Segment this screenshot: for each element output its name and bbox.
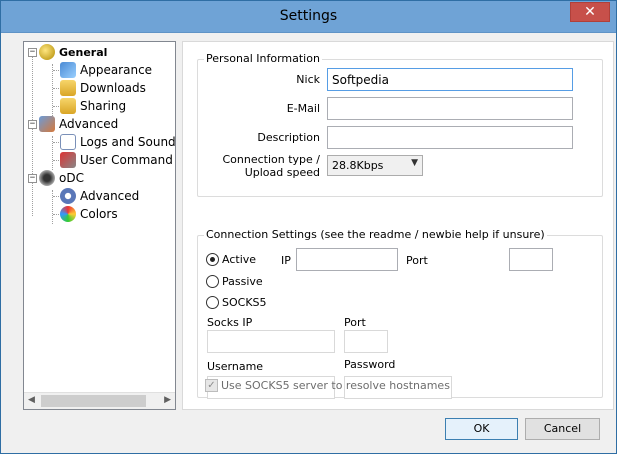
tree-item-sharing[interactable]: Sharing [60, 97, 126, 115]
socks-ip-label: Socks IP [207, 316, 253, 329]
window-title: Settings [279, 8, 338, 24]
scroll-right-arrow-icon[interactable]: ▶ [164, 395, 171, 405]
socks-ip-input[interactable] [207, 330, 335, 353]
settings-window: Settings ✕ − General Appearance Download… [0, 0, 617, 454]
gear-icon [60, 188, 76, 204]
connection-settings-group: Connection Settings (see the readme / ne… [197, 228, 603, 399]
tree-item-label: Sharing [80, 99, 127, 113]
tree-item-colors[interactable]: Colors [60, 205, 118, 223]
tree-item-logs-and-sound[interactable]: Logs and Sound [60, 133, 176, 151]
socks-port-input[interactable] [344, 330, 388, 353]
connection-type-select[interactable]: 28.8Kbps ▼ [327, 155, 423, 176]
general-icon [39, 44, 55, 60]
tree-item-label: Logs and Sound [80, 135, 176, 149]
email-label: E-Mail [286, 102, 320, 115]
tree-item-user-command[interactable]: User Command [60, 151, 173, 169]
client-area: − General Appearance Downloads Sharing −… [8, 33, 614, 448]
active-radio[interactable]: Active [206, 253, 256, 266]
tree-item-appearance[interactable]: Appearance [60, 61, 152, 79]
tree-horizontal-scrollbar[interactable]: ◀ ▶ [24, 392, 175, 409]
radio-unselected-icon [206, 275, 219, 288]
collapse-icon[interactable]: − [28, 119, 37, 129]
collapse-icon[interactable]: − [28, 173, 37, 183]
tree-item-label: Downloads [80, 81, 146, 95]
title-bar[interactable]: Settings ✕ [1, 1, 616, 33]
downloads-folder-icon [60, 80, 76, 96]
settings-tree[interactable]: − General Appearance Downloads Sharing −… [23, 41, 176, 410]
tree-item-odc-advanced[interactable]: Advanced [60, 187, 139, 205]
ok-button[interactable]: OK [445, 418, 518, 440]
description-input[interactable] [327, 126, 573, 149]
ip-label: IP [281, 254, 291, 267]
personal-info-group: Personal Information Nick E-Mail Descrip… [197, 52, 603, 197]
tree-item-label: User Command [80, 153, 173, 167]
checkbox-checked-icon: ✓ [205, 379, 218, 392]
tree-item-label: Advanced [80, 189, 140, 203]
passive-radio[interactable]: Passive [206, 275, 263, 288]
collapse-icon[interactable]: − [28, 47, 37, 57]
selected-value: 28.8Kbps [332, 159, 384, 172]
tree-item-advanced[interactable]: − Advanced [28, 115, 118, 133]
nick-input[interactable] [327, 68, 573, 91]
tree-item-downloads[interactable]: Downloads [60, 79, 146, 97]
connection-type-label: Connection type / Upload speed [222, 153, 320, 179]
ip-input[interactable] [296, 248, 398, 271]
email-input[interactable] [327, 97, 573, 120]
tree-item-label: Advanced [59, 117, 119, 131]
settings-panel: Personal Information Nick E-Mail Descrip… [182, 41, 614, 410]
group-title: Personal Information [204, 52, 322, 65]
chevron-down-icon: ▼ [411, 158, 418, 168]
tree-item-general[interactable]: − General [28, 43, 107, 61]
odc-icon [39, 170, 55, 186]
port-label: Port [406, 254, 428, 267]
radio-label: Passive [222, 275, 263, 288]
tree-item-label: Colors [80, 207, 118, 221]
connection-type-label-line2: Upload speed [244, 166, 320, 179]
description-label: Description [257, 131, 320, 144]
scroll-left-arrow-icon[interactable]: ◀ [28, 395, 35, 405]
nick-label: Nick [296, 73, 320, 86]
port-input[interactable] [509, 248, 553, 271]
colors-icon [60, 206, 76, 222]
sharing-folder-icon [60, 98, 76, 114]
radio-unselected-icon [206, 296, 219, 309]
checkbox-label: Use SOCKS5 server to resolve hostnames [221, 379, 450, 392]
radio-label: Active [222, 253, 257, 266]
socks5-radio[interactable]: SOCKS5 [206, 296, 267, 309]
tree-item-label: Appearance [80, 63, 153, 77]
tree-item-label: oDC [59, 171, 84, 185]
radio-label: SOCKS5 [222, 296, 267, 309]
username-label: Username [207, 360, 264, 373]
connection-type-label-line1: Connection type / [222, 153, 320, 166]
tree-item-label: General [59, 45, 108, 59]
tree-item-odc[interactable]: − oDC [28, 169, 84, 187]
user-command-icon [60, 152, 76, 168]
appearance-icon [60, 62, 76, 78]
scrollbar-thumb[interactable] [41, 395, 146, 407]
password-label: Password [344, 358, 396, 371]
resolve-hostnames-checkbox[interactable]: ✓ Use SOCKS5 server to resolve hostnames [205, 379, 450, 392]
socks-port-label: Port [344, 316, 366, 329]
radio-selected-icon [206, 253, 219, 266]
cancel-button[interactable]: Cancel [525, 418, 600, 440]
close-button[interactable]: ✕ [570, 2, 610, 22]
logs-icon [60, 134, 76, 150]
group-title: Connection Settings (see the readme / ne… [204, 228, 547, 241]
advanced-icon [39, 116, 55, 132]
